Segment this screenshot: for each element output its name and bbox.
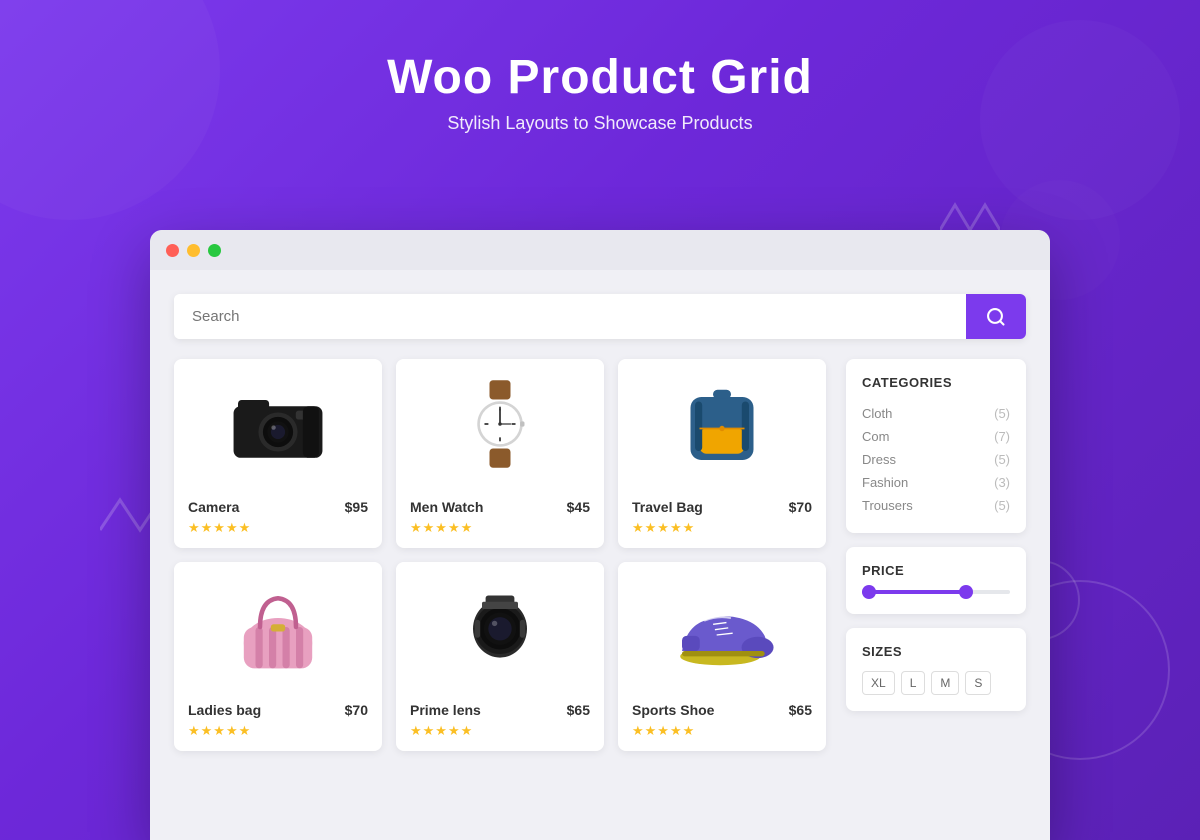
product-image-4 [174,562,382,692]
category-item-dress[interactable]: Dress (5) [862,448,1010,471]
category-item-com[interactable]: Com (7) [862,425,1010,448]
category-count: (7) [994,429,1010,444]
category-item-cloth[interactable]: Cloth (5) [862,402,1010,425]
category-name: Fashion [862,475,908,490]
search-input[interactable] [174,294,966,339]
page-subtitle: Stylish Layouts to Showcase Products [387,113,813,134]
page-header: Woo Product Grid Stylish Layouts to Show… [387,0,813,134]
product-image-3 [618,359,826,489]
size-option-s[interactable]: S [965,671,991,695]
product-name-3: Travel Bag [632,499,703,515]
bg-decoration-1 [0,0,220,220]
product-stars-2: ★★★★★ [410,520,590,536]
category-count: (5) [994,452,1010,467]
product-name-1: Camera [188,499,239,515]
product-stars-5: ★★★★★ [410,723,590,739]
price-slider-track[interactable] [862,590,1010,594]
sizes-title: SIZES [862,644,1010,659]
category-count: (5) [994,406,1010,421]
product-stars-3: ★★★★★ [632,520,812,536]
product-image-5 [396,562,604,692]
product-info-3: Travel Bag $70 ★★★★★ [618,489,826,548]
page-title: Woo Product Grid [387,50,813,105]
window-minimize-dot[interactable] [187,244,200,257]
product-image-1 [174,359,382,489]
browser-titlebar [150,230,1050,270]
size-option-l[interactable]: L [901,671,926,695]
product-name-price-6: Sports Shoe $65 [632,702,812,718]
category-item-trousers[interactable]: Trousers (5) [862,494,1010,517]
price-handle-right[interactable] [959,585,973,599]
size-option-xl[interactable]: XL [862,671,895,695]
category-name: Dress [862,452,896,467]
categories-title: CATEGORIES [862,375,1010,390]
window-maximize-dot[interactable] [208,244,221,257]
sizes-row: XLLMS [862,671,1010,695]
category-count: (5) [994,498,1010,513]
product-name-price-4: Ladies bag $70 [188,702,368,718]
price-handle-left[interactable] [862,585,876,599]
product-name-price-3: Travel Bag $70 [632,499,812,515]
product-price-6: $65 [789,702,812,718]
sizes-section: SIZES XLLMS [846,628,1026,711]
category-name: Trousers [862,498,913,513]
products-grid: Camera $95 ★★★★★ Men Watch [174,359,826,751]
product-price-2: $45 [567,499,590,515]
product-info-1: Camera $95 ★★★★★ [174,489,382,548]
product-name-5: Prime lens [410,702,481,718]
product-card-4[interactable]: Ladies bag $70 ★★★★★ [174,562,382,751]
window-close-dot[interactable] [166,244,179,257]
product-name-2: Men Watch [410,499,483,515]
browser-content: Camera $95 ★★★★★ Men Watch [150,270,1050,840]
product-name-4: Ladies bag [188,702,261,718]
price-slider-fill [862,590,966,594]
search-bar [174,294,1026,339]
category-name: Cloth [862,406,892,421]
product-info-4: Ladies bag $70 ★★★★★ [174,692,382,751]
product-stars-6: ★★★★★ [632,723,812,739]
product-name-price-2: Men Watch $45 [410,499,590,515]
product-card-2[interactable]: Men Watch $45 ★★★★★ [396,359,604,548]
product-price-4: $70 [345,702,368,718]
product-card-1[interactable]: Camera $95 ★★★★★ [174,359,382,548]
browser-window: Camera $95 ★★★★★ Men Watch [150,230,1050,840]
product-image-6 [618,562,826,692]
categories-list: Cloth (5) Com (7) Dress (5) Fashion (3) … [862,402,1010,517]
product-card-6[interactable]: Sports Shoe $65 ★★★★★ [618,562,826,751]
product-image-2 [396,359,604,489]
main-layout: Camera $95 ★★★★★ Men Watch [174,359,1026,751]
search-icon [986,307,1006,327]
product-info-6: Sports Shoe $65 ★★★★★ [618,692,826,751]
product-price-3: $70 [789,499,812,515]
price-title: PRICE [862,563,1010,578]
size-option-m[interactable]: M [931,671,959,695]
product-price-5: $65 [567,702,590,718]
categories-section: CATEGORIES Cloth (5) Com (7) Dress (5) F… [846,359,1026,533]
search-button[interactable] [966,294,1026,339]
product-name-6: Sports Shoe [632,702,714,718]
category-name: Com [862,429,889,444]
product-card-3[interactable]: Travel Bag $70 ★★★★★ [618,359,826,548]
product-info-2: Men Watch $45 ★★★★★ [396,489,604,548]
category-count: (3) [994,475,1010,490]
product-price-1: $95 [345,499,368,515]
product-stars-4: ★★★★★ [188,723,368,739]
sidebar: CATEGORIES Cloth (5) Com (7) Dress (5) F… [846,359,1026,751]
product-name-price-1: Camera $95 [188,499,368,515]
price-section: PRICE [846,547,1026,614]
product-stars-1: ★★★★★ [188,520,368,536]
product-info-5: Prime lens $65 ★★★★★ [396,692,604,751]
product-card-5[interactable]: Prime lens $65 ★★★★★ [396,562,604,751]
product-name-price-5: Prime lens $65 [410,702,590,718]
category-item-fashion[interactable]: Fashion (3) [862,471,1010,494]
